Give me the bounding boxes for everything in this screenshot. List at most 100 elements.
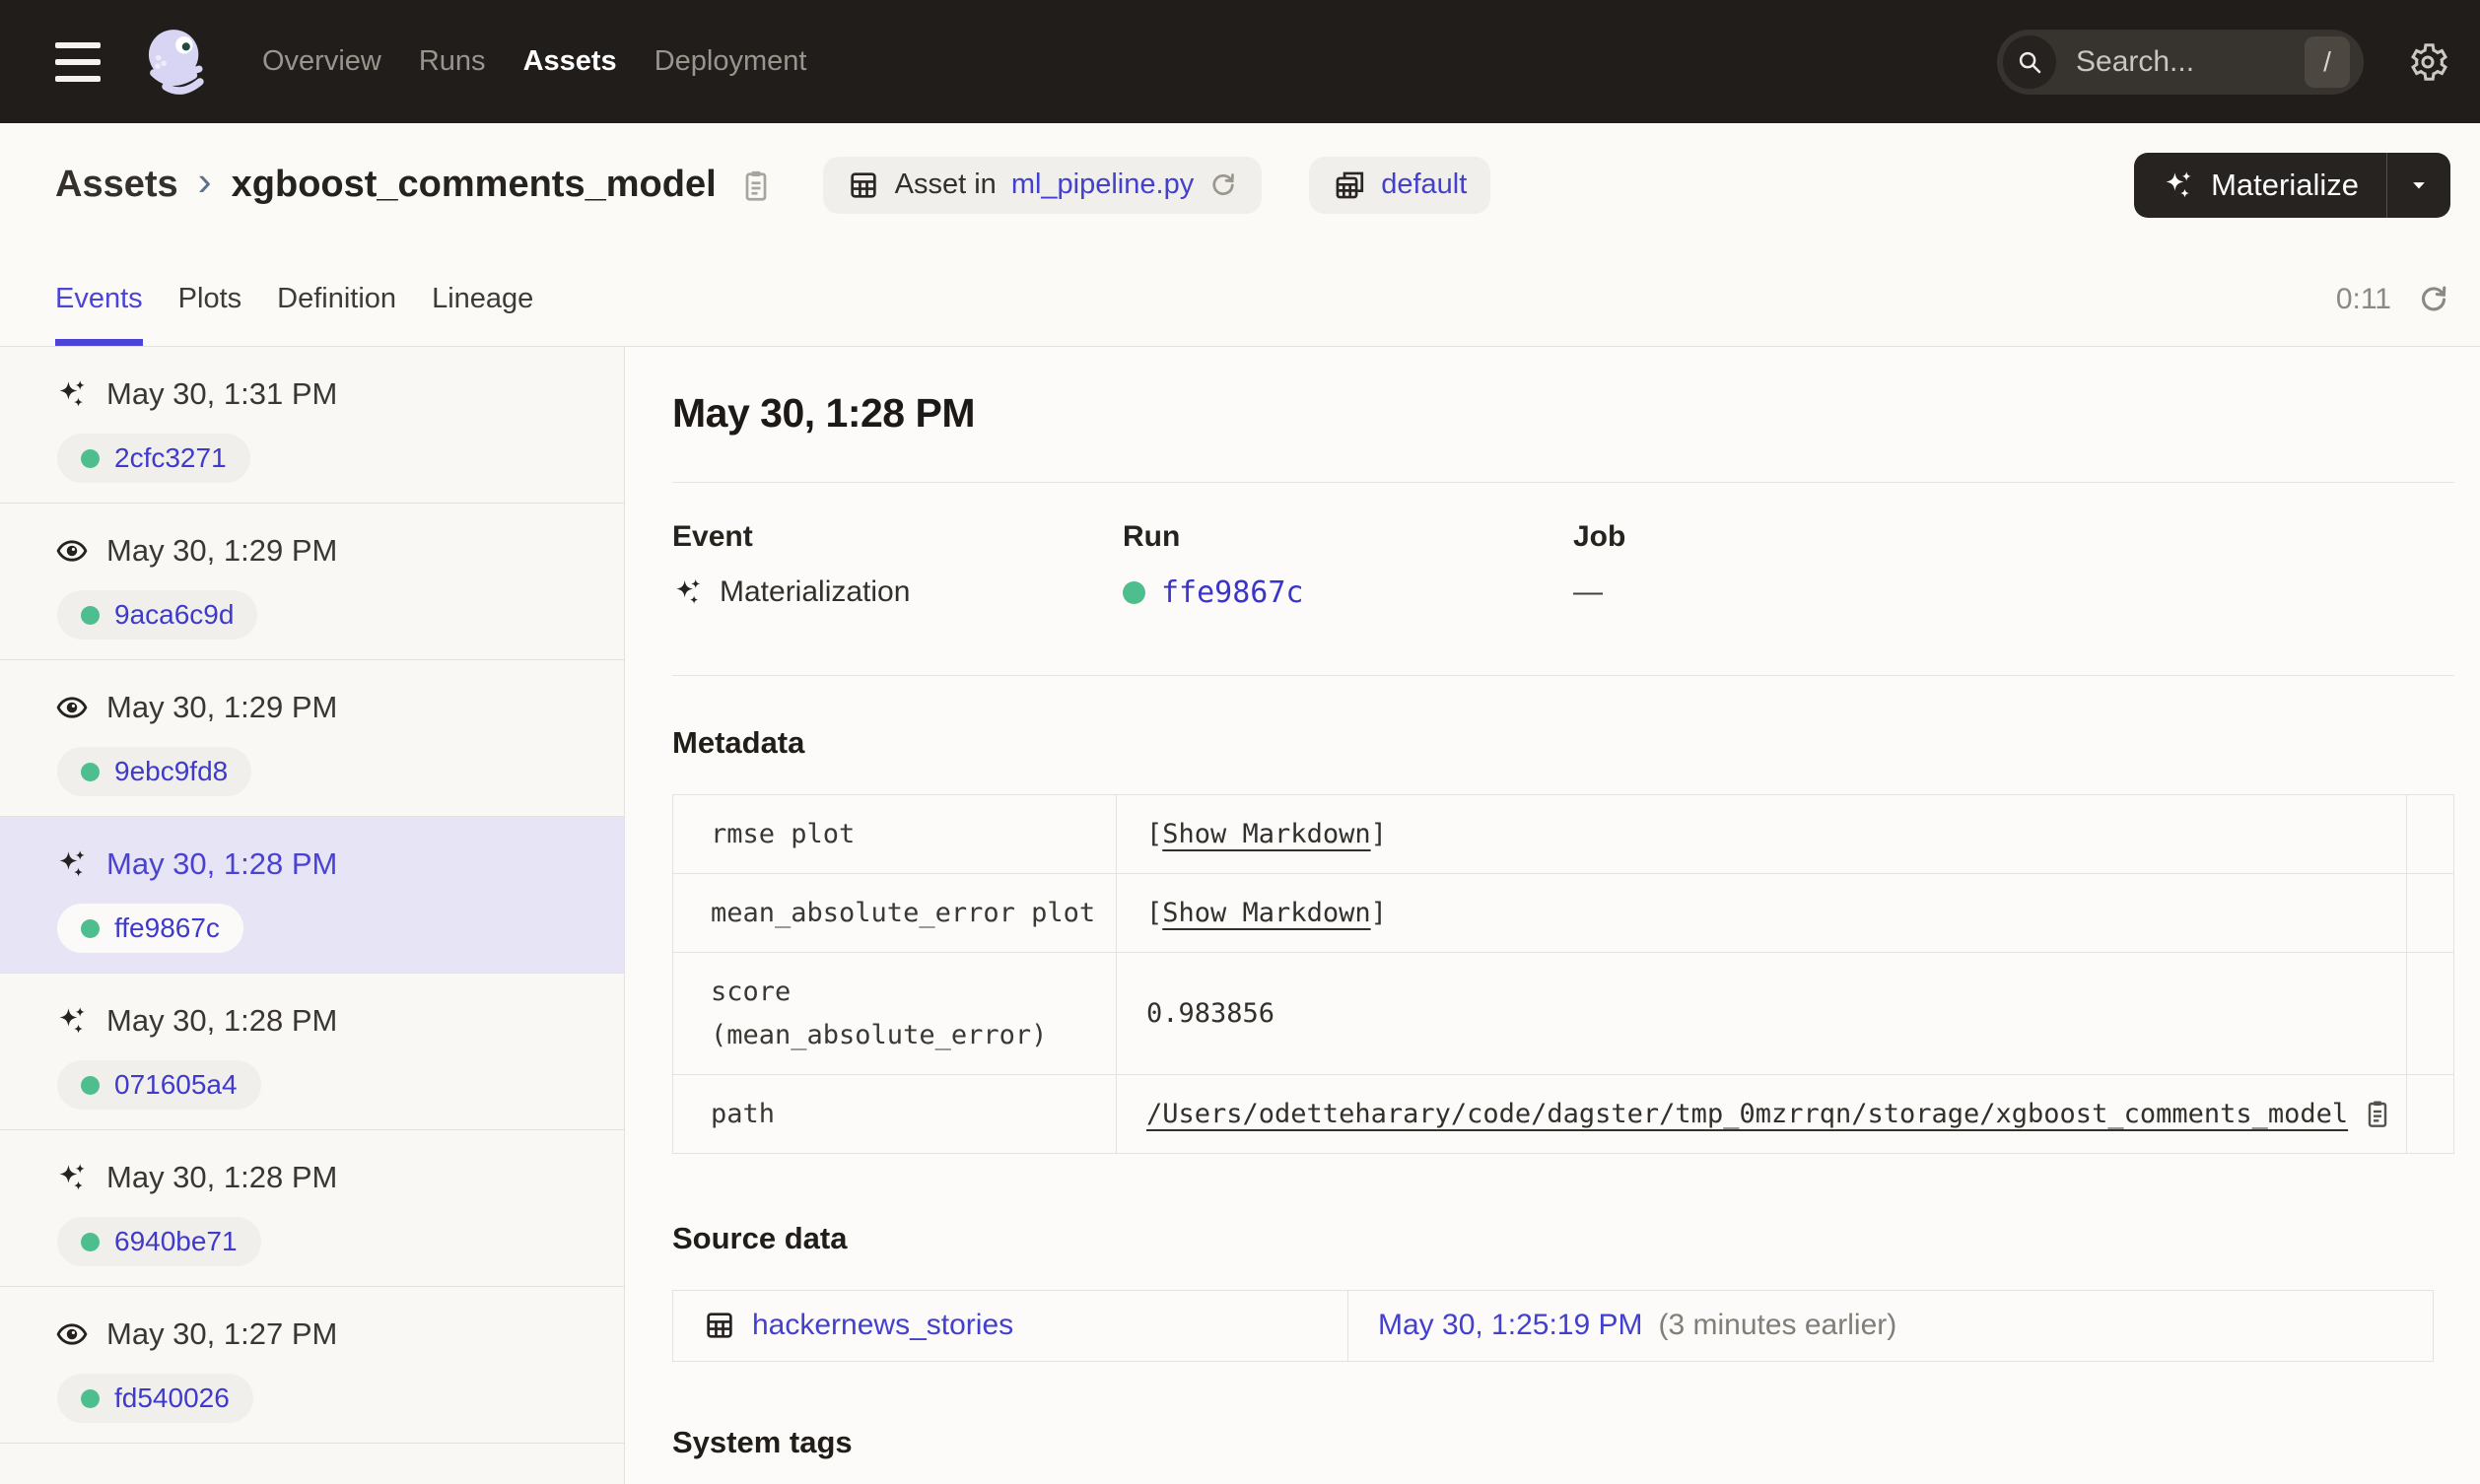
source-data-row: hackernews_stories May 30, 1:25:19 PM (3… xyxy=(672,1289,2434,1362)
asset-grid-icon xyxy=(847,169,880,202)
tab-plots[interactable]: Plots xyxy=(178,283,241,346)
run-id-link[interactable]: ffe9867c xyxy=(1161,575,1304,610)
breadcrumb-row: Assets › xgboost_comments_model Asset in… xyxy=(0,123,2480,246)
run-id-pill[interactable]: 6940be71 xyxy=(57,1217,261,1266)
event-time: May 30, 1:29 PM xyxy=(106,690,338,724)
path-link[interactable]: /Users/odetteharary/code/dagster/tmp_0mz… xyxy=(1146,1099,2348,1129)
run-id-link[interactable]: 2cfc3271 xyxy=(114,442,227,474)
refresh-timer: 0:11 xyxy=(2336,283,2450,346)
event-list-item[interactable]: May 30, 1:28 PM 071605a4 xyxy=(0,974,624,1130)
nav-item-assets[interactable]: Assets xyxy=(523,45,617,78)
event-list-item[interactable]: May 30, 1:28 PM 6940be71 xyxy=(0,1130,624,1287)
asset-tabs: Events Plots Definition Lineage xyxy=(55,283,533,346)
metadata-row: path/Users/odetteharary/code/dagster/tmp… xyxy=(672,1073,2454,1154)
run-id-link[interactable]: 071605a4 xyxy=(114,1069,238,1101)
run-id-pill[interactable]: 071605a4 xyxy=(57,1060,261,1110)
search-input[interactable]: Search... / xyxy=(1997,29,2364,95)
event-detail-panel: May 30, 1:28 PM Event Materialization Ru… xyxy=(625,347,2480,1484)
search-placeholder: Search... xyxy=(2076,44,2195,78)
source-data-heading: Source data xyxy=(672,1220,848,1255)
top-nav-bar: Overview Runs Assets Deployment Search... / xyxy=(0,0,2480,123)
materialization-sparkle-icon xyxy=(59,1164,85,1190)
job-empty-value: — xyxy=(1573,575,1603,608)
materialize-button[interactable]: Materialize xyxy=(2134,153,2386,218)
observation-eye-icon xyxy=(56,540,88,562)
event-type-text: Materialization xyxy=(720,575,911,608)
copy-asset-name-icon[interactable] xyxy=(738,168,774,203)
event-list-item[interactable]: May 30, 1:28 PM ffe9867c xyxy=(0,817,624,974)
run-id-link[interactable]: fd540026 xyxy=(114,1383,230,1414)
asset-location-prefix: Asset in xyxy=(894,169,997,200)
caret-down-icon xyxy=(2413,181,2425,188)
metadata-key: mean_absolute_error plot xyxy=(672,873,1117,954)
gear-icon[interactable] xyxy=(2405,39,2450,85)
run-id-pill[interactable]: fd540026 xyxy=(57,1374,253,1423)
run-status-dot xyxy=(81,1388,100,1408)
nav-item-overview[interactable]: Overview xyxy=(262,45,381,78)
job-column: Job — xyxy=(1573,520,2024,610)
show-markdown-link[interactable]: Show Markdown xyxy=(1162,819,1370,849)
source-timestamp-link[interactable]: May 30, 1:25:19 PM xyxy=(1378,1309,1642,1342)
metadata-key: score (mean_absolute_error) xyxy=(672,952,1117,1075)
run-status-dot xyxy=(81,1232,100,1251)
event-list-item[interactable]: May 30, 1:27 PM fd540026 xyxy=(0,1287,624,1444)
run-id-pill[interactable]: 2cfc3271 xyxy=(57,434,250,483)
nav-item-runs[interactable]: Runs xyxy=(419,45,486,78)
asset-location-file-link[interactable]: ml_pipeline.py xyxy=(1011,169,1194,201)
breadcrumb-separator: › xyxy=(197,157,212,204)
page-title-asset-name: xgboost_comments_model xyxy=(231,164,717,205)
asset-tabs-row: Events Plots Definition Lineage 0:11 xyxy=(0,246,2480,347)
event-time: May 30, 1:28 PM xyxy=(106,1160,338,1194)
run-status-dot xyxy=(1123,581,1145,604)
event-list-item[interactable]: May 30, 1:31 PM 2cfc3271 xyxy=(0,347,624,504)
metadata-key: rmse plot xyxy=(672,793,1117,875)
nav-item-deployment[interactable]: Deployment xyxy=(654,45,807,78)
materialization-sparkle-icon xyxy=(59,1007,85,1034)
event-time: May 30, 1:27 PM xyxy=(106,1316,338,1351)
event-time: May 30, 1:31 PM xyxy=(106,376,338,411)
materialization-sparkle-icon xyxy=(59,380,85,407)
run-id-link[interactable]: 9aca6c9d xyxy=(114,599,234,631)
run-id-pill[interactable]: 9ebc9fd8 xyxy=(57,747,252,796)
materialize-dropdown-button[interactable] xyxy=(2387,153,2450,218)
run-id-pill[interactable]: ffe9867c xyxy=(57,904,243,953)
refresh-icon[interactable] xyxy=(2417,283,2450,316)
tab-lineage[interactable]: Lineage xyxy=(432,283,533,346)
refresh-countdown: 0:11 xyxy=(2335,283,2391,315)
show-markdown-link[interactable]: Show Markdown xyxy=(1162,898,1370,928)
dagster-app: Overview Runs Assets Deployment Search... /… xyxy=(0,0,2480,1484)
metadata-row: rmse plot [Show Markdown] xyxy=(672,793,2454,875)
event-time: May 30, 1:29 PM xyxy=(106,533,338,568)
observation-eye-icon xyxy=(56,1323,88,1345)
hamburger-menu-icon[interactable] xyxy=(55,41,101,82)
run-id-link[interactable]: 9ebc9fd8 xyxy=(114,756,228,787)
run-column-label: Run xyxy=(1123,520,1181,553)
run-id-link[interactable]: ffe9867c xyxy=(114,912,220,944)
dagster-logo[interactable] xyxy=(140,22,217,102)
materialize-split-button: Materialize xyxy=(2134,152,2450,218)
event-time: May 30, 1:28 PM xyxy=(106,1003,338,1038)
run-id-pill[interactable]: 9aca6c9d xyxy=(57,590,258,640)
event-list-item[interactable]: May 30, 1:29 PM 9ebc9fd8 xyxy=(0,660,624,817)
tab-events[interactable]: Events xyxy=(55,283,143,346)
content-area: May 30, 1:31 PM 2cfc3271 May 30, 1:29 PM 9a… xyxy=(0,347,2480,1484)
sparkle-icon xyxy=(2166,170,2192,197)
event-list-item[interactable]: May 30, 1:29 PM 9aca6c9d xyxy=(0,504,624,660)
job-column-label: Job xyxy=(1573,520,1626,553)
reload-location-icon[interactable] xyxy=(1208,170,1238,200)
source-asset-link[interactable]: hackernews_stories xyxy=(752,1309,1013,1342)
asset-group-link[interactable]: default xyxy=(1381,169,1467,201)
asset-grid-icon xyxy=(707,1313,732,1339)
metadata-row: score (mean_absolute_error) 0.983856 xyxy=(672,952,2454,1075)
event-time: May 30, 1:28 PM xyxy=(106,846,338,881)
top-nav-links: Overview Runs Assets Deployment xyxy=(262,45,806,78)
asset-location-badge: Asset in ml_pipeline.py xyxy=(822,156,1263,214)
event-column-label: Event xyxy=(672,520,753,553)
event-summary-columns: Event Materialization Run ffe9867c Job — xyxy=(672,483,2454,675)
run-status-dot xyxy=(81,605,100,625)
run-status-dot xyxy=(81,762,100,781)
copy-path-icon[interactable] xyxy=(2362,1098,2393,1129)
breadcrumb-assets-link[interactable]: Assets xyxy=(55,164,178,206)
run-id-link[interactable]: 6940be71 xyxy=(114,1226,238,1257)
tab-definition[interactable]: Definition xyxy=(277,283,396,346)
